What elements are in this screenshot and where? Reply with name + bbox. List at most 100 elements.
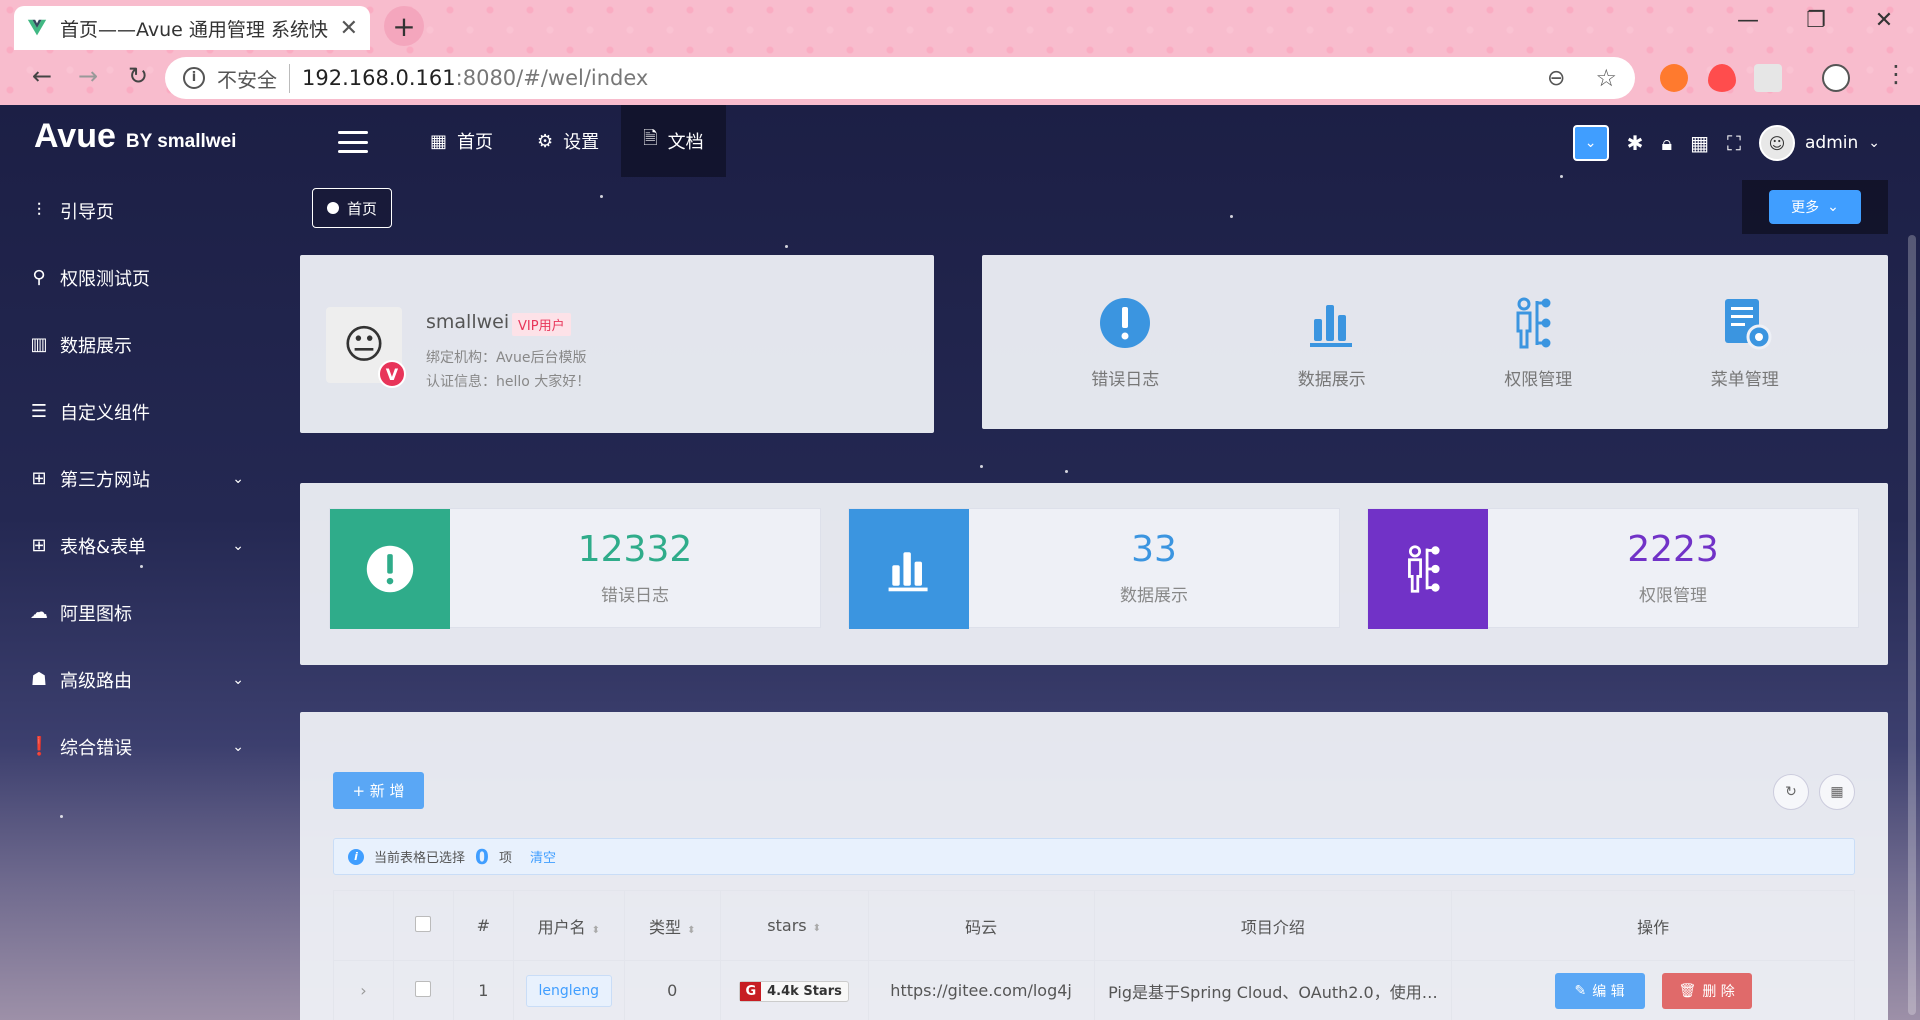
reload-icon[interactable]: ↻: [120, 62, 156, 90]
sidebar-item-permission-test[interactable]: ⚲ 权限测试页: [0, 244, 270, 311]
refresh-icon[interactable]: ↻: [1773, 774, 1809, 810]
zoom-icon[interactable]: ⊖: [1547, 66, 1565, 91]
quick-link-error-log[interactable]: 错误日志: [1091, 295, 1159, 390]
top-menu-docs[interactable]: 🗎 文档: [621, 105, 726, 177]
browser-tab[interactable]: 首页——Avue 通用管理 系统快 ✕: [14, 6, 370, 50]
row-select-cell[interactable]: [392, 960, 454, 1020]
chevron-down-icon: ⌄: [232, 537, 244, 554]
bookmark-star-icon[interactable]: ☆: [1595, 64, 1617, 92]
expand-column-header: [333, 890, 394, 961]
add-button[interactable]: + 新 增: [333, 772, 424, 809]
chevron-down-icon[interactable]: ⌄: [1868, 135, 1880, 151]
profile-org: 绑定机构：Avue后台模版: [426, 350, 587, 366]
stat-error-log[interactable]: 12332 错误日志: [329, 508, 821, 629]
sidebar-item-data[interactable]: ▥ 数据展示: [0, 311, 270, 378]
profile-icon[interactable]: [1822, 64, 1850, 92]
app-logo[interactable]: Avue BY smallwei: [34, 117, 236, 156]
vue-favicon-icon: [27, 19, 47, 36]
more-button[interactable]: 更多 ⌄: [1769, 190, 1861, 224]
theme-color-picker[interactable]: ⌄: [1572, 125, 1609, 161]
alert-icon: [1100, 297, 1151, 348]
new-tab-button[interactable]: +: [384, 6, 424, 46]
quick-link-label: 数据展示: [1297, 369, 1366, 390]
sidebar-item-custom-components[interactable]: ☰ 自定义组件: [0, 378, 270, 445]
clear-selection-link[interactable]: 清空: [530, 847, 556, 866]
column-header: 码云: [867, 890, 1095, 961]
chevron-down-icon: ⌄: [232, 470, 244, 487]
bug-icon[interactable]: ✱: [1627, 131, 1644, 155]
gitee-stars-badge[interactable]: G 4.4k Stars: [739, 980, 849, 1002]
quick-link-label: 错误日志: [1091, 369, 1160, 390]
column-header: 操作: [1451, 890, 1855, 961]
profile-card: 😐 V smallwei VIP用户 绑定机构：Avue后台模版 认证信息：he…: [300, 255, 934, 433]
minimize-icon[interactable]: —: [1728, 8, 1768, 33]
tag-home[interactable]: 首页: [312, 188, 393, 228]
stat-data[interactable]: 33 数据展示: [848, 508, 1340, 629]
top-menu-label: 设置: [563, 132, 600, 153]
lock-icon[interactable]: 🔒︎: [1661, 131, 1672, 155]
tag-more-wrap: 更多 ⌄: [1742, 180, 1888, 234]
sidebar-item-third-party[interactable]: ⊞ 第三方网站 ⌄: [0, 445, 270, 512]
user-avatar[interactable]: ☺: [1758, 125, 1795, 161]
quick-link-data[interactable]: 数据展示: [1298, 295, 1366, 390]
user-name[interactable]: admin: [1805, 133, 1858, 153]
window-close-icon[interactable]: ✕: [1864, 8, 1904, 33]
stat-value: 2223: [1627, 529, 1719, 570]
sidebar-item-ali-icons[interactable]: ☁ 阿里图标: [0, 579, 270, 646]
hamburger-menu-icon[interactable]: [338, 131, 368, 153]
sidebar-item-advanced-router[interactable]: ☗ 高级路由 ⌄: [0, 646, 270, 713]
top-menu-home[interactable]: ▦ 首页: [408, 105, 515, 177]
back-icon[interactable]: ←: [24, 62, 60, 90]
row-index: 1: [452, 960, 514, 1020]
address-bar[interactable]: i 不安全 192.168.0.161 :8080/#/wel/index ⊖ …: [165, 57, 1635, 99]
theme-grid-icon[interactable]: ▦: [1690, 131, 1709, 155]
table-header-row: # 用户名 ⬍ 类型 ⬍ stars ⬍ 码云 项目介绍 操作: [333, 890, 1855, 961]
forward-icon[interactable]: →: [70, 62, 106, 90]
sort-icon[interactable]: ⬍: [813, 923, 821, 934]
sort-icon[interactable]: ⬍: [592, 925, 600, 936]
sidebar-item-guide[interactable]: ⫶ 引导页: [0, 177, 270, 244]
tab-close-icon[interactable]: ✕: [340, 16, 358, 41]
quick-link-menu[interactable]: 菜单管理: [1711, 295, 1779, 390]
extension-icon[interactable]: [1708, 64, 1736, 92]
gear-icon: ⚙: [537, 130, 554, 152]
tab-title: 首页——Avue 通用管理 系统快: [60, 18, 328, 41]
table-card: + 新 增 ↻ ▦ i 当前表格已选择 0 项 清空 # 用户名 ⬍ 类型 ⬍ st…: [300, 712, 1888, 1020]
sidebar-item-errors[interactable]: ❗ 综合错误 ⌄: [0, 713, 270, 780]
stat-value: 33: [1131, 529, 1177, 570]
stat-label: 数据展示: [1120, 586, 1188, 606]
row-checkbox[interactable]: [415, 980, 432, 997]
data-table: # 用户名 ⬍ 类型 ⬍ stars ⬍ 码云 项目介绍 操作 › 1 lenglen…: [333, 890, 1855, 1020]
bar-chart-icon: ▥: [30, 334, 48, 355]
stat-icon-box: [330, 509, 450, 629]
select-all-cell[interactable]: [392, 890, 454, 961]
extension-icon[interactable]: [1754, 64, 1782, 92]
sidebar-item-table-form[interactable]: ⊞ 表格&表单 ⌄: [0, 512, 270, 579]
fullscreen-icon[interactable]: ⛶: [1727, 131, 1741, 155]
alert-unit: 项: [498, 851, 512, 866]
column-header-username[interactable]: 用户名 ⬍: [512, 890, 625, 961]
delete-button[interactable]: 🗑︎ 删 除: [1661, 972, 1752, 1009]
select-all-checkbox[interactable]: [415, 915, 432, 932]
stat-value: 12332: [577, 529, 693, 570]
quick-link-permission[interactable]: 权限管理: [1504, 295, 1572, 390]
column-header-stars[interactable]: stars ⬍: [719, 890, 869, 961]
extension-icon[interactable]: [1660, 64, 1688, 92]
info-icon: i: [348, 848, 364, 865]
stat-icon-box: [849, 509, 969, 629]
stat-permission[interactable]: 2223 权限管理: [1367, 508, 1859, 629]
stars-cell: G 4.4k Stars: [719, 960, 869, 1020]
column-header-type[interactable]: 类型 ⬍: [623, 890, 721, 961]
top-menu-settings[interactable]: ⚙ 设置: [515, 105, 621, 177]
page-scrollbar[interactable]: [1908, 235, 1916, 1015]
edit-button[interactable]: ✎ 编 辑: [1554, 972, 1645, 1009]
sort-icon[interactable]: ⬍: [687, 925, 695, 936]
columns-grid-icon[interactable]: ▦: [1819, 774, 1855, 810]
info-icon[interactable]: i: [183, 67, 205, 89]
browser-menu-icon[interactable]: ⋮: [1878, 60, 1914, 88]
chevron-down-icon: ⌄: [232, 738, 244, 755]
maximize-icon[interactable]: ❐: [1796, 8, 1836, 33]
bar-chart-icon: [1309, 304, 1352, 347]
expand-row-icon[interactable]: ›: [333, 960, 394, 1020]
column-header: 项目介绍: [1093, 890, 1453, 961]
